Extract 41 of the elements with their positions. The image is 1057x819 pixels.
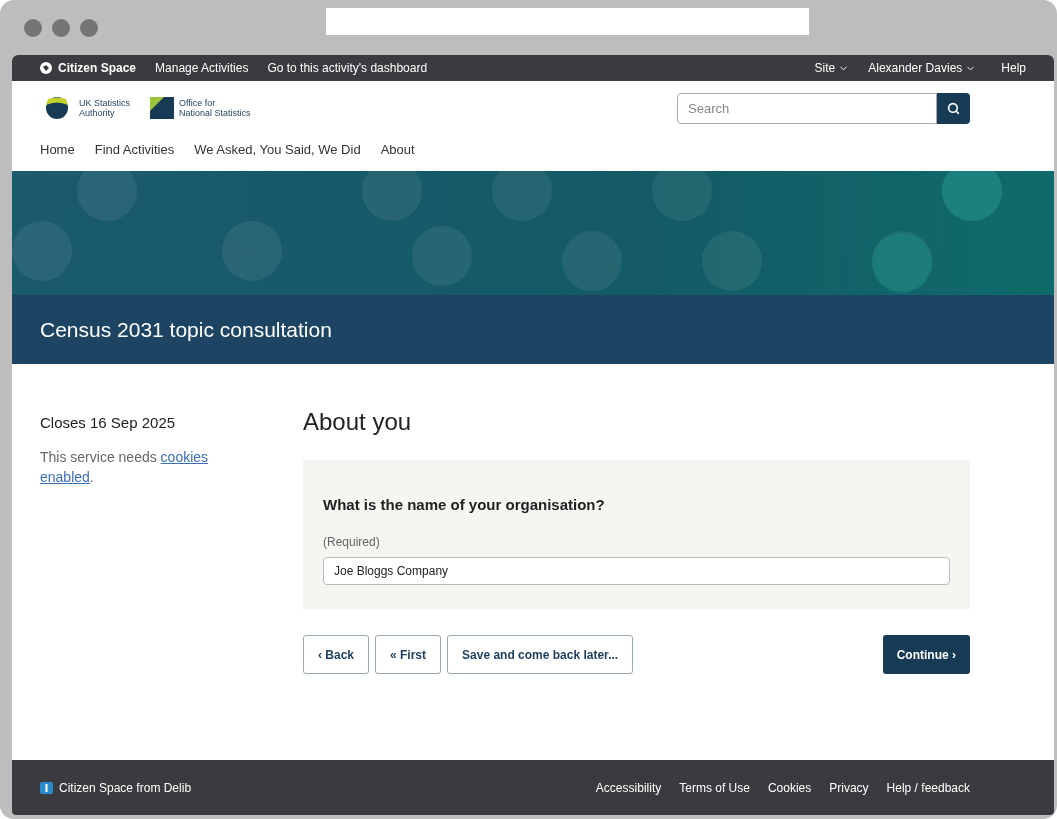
delib-logo-icon (40, 781, 53, 794)
search-icon (947, 101, 960, 115)
footer-link[interactable]: Terms of Use (679, 780, 750, 795)
page-title: Census 2031 topic consultation (40, 317, 332, 342)
nav-button[interactable]: ‹ Back (303, 635, 370, 674)
admin-menu[interactable]: Alexander Davies (868, 61, 977, 75)
continue-button[interactable]: Continue › (882, 635, 970, 674)
cookie-notice: This service needs cookies enabled. (40, 448, 210, 487)
admin-link[interactable]: Go to this activity's dashboard (267, 61, 428, 75)
nav-link[interactable]: About (380, 141, 415, 157)
notice-link[interactable]: cookies (160, 449, 209, 465)
section-heading: About you (303, 408, 413, 436)
nav-link[interactable]: Home (40, 141, 75, 157)
footer-link[interactable]: Help / feedback (886, 780, 970, 795)
admin-link[interactable]: Help (1001, 61, 1026, 75)
brand-link[interactable]: Citizen Space (40, 61, 137, 75)
logo-text: UK Statistics Authority (79, 98, 130, 118)
question-label: What is the name of your organisation? (323, 496, 606, 513)
admin-link[interactable]: Manage Activities (155, 61, 249, 75)
logo-icon (40, 62, 52, 74)
footer-link[interactable]: Cookies (767, 780, 812, 795)
nav-button[interactable]: Save and come back later... (447, 635, 634, 674)
ons-logo-icon (150, 97, 174, 119)
window-dot[interactable] (52, 18, 70, 37)
nav-link[interactable]: We Asked, You Said, We Did (194, 141, 361, 157)
nav-link[interactable]: Find Activities (94, 141, 175, 157)
search-field[interactable]: Search (677, 92, 937, 124)
window-dot[interactable] (24, 18, 42, 37)
logo-text: Office for National Statistics (179, 98, 251, 118)
required-hint: (Required) (323, 535, 381, 549)
admin-menu[interactable]: Site (814, 61, 850, 75)
window-dot[interactable] (80, 18, 98, 37)
address-bar[interactable] (326, 7, 809, 35)
notice-link[interactable]: enabled (40, 469, 90, 485)
closing-date: Closes 16 Sep 2025 (40, 414, 177, 431)
nav-button[interactable]: « First (375, 635, 442, 674)
footer-brand[interactable]: Citizen Space from Delib (40, 780, 192, 795)
search-button[interactable] (937, 92, 970, 124)
organisation-field[interactable]: Joe Bloggs Company (323, 557, 950, 585)
footer-link[interactable]: Accessibility (595, 780, 662, 795)
footer-link[interactable]: Privacy (829, 780, 869, 795)
